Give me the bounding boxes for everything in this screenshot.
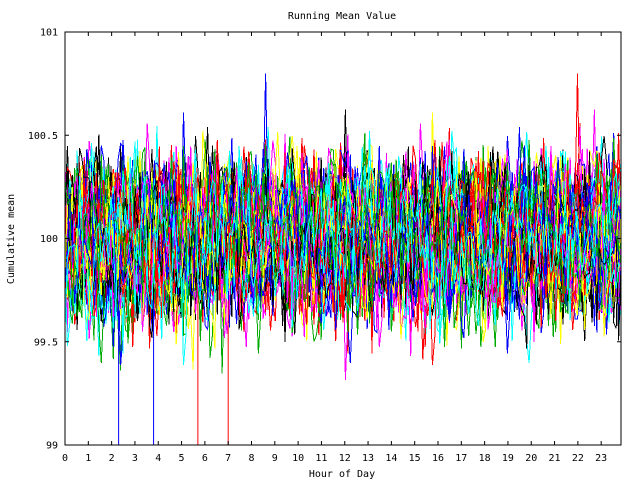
x-tick-label: 2	[109, 453, 115, 464]
y-tick-label: 99.5	[34, 337, 58, 348]
x-tick-label: 11	[315, 453, 327, 464]
x-tick-label: 18	[479, 453, 491, 464]
y-tick-label: 99	[46, 441, 58, 452]
x-tick-label: 16	[432, 453, 444, 464]
plot-area	[65, 73, 621, 445]
x-tick-label: 7	[225, 453, 231, 464]
x-tick-label: 3	[132, 453, 138, 464]
x-tick-label: 6	[202, 453, 208, 464]
x-tick-label: 4	[155, 453, 161, 464]
y-tick-label: 100	[40, 234, 58, 245]
x-tick-label: 21	[549, 453, 561, 464]
x-tick-label: 13	[362, 453, 374, 464]
x-tick-label: 1	[85, 453, 91, 464]
y-axis-label: Cumulative mean	[6, 194, 17, 284]
x-tick-label: 9	[272, 453, 278, 464]
x-tick-label: 20	[525, 453, 537, 464]
x-tick-label: 0	[62, 453, 68, 464]
x-tick-label: 8	[248, 453, 254, 464]
x-tick-label: 22	[572, 453, 584, 464]
chart: Running Mean Value Cumulative mean Hour …	[6, 11, 622, 480]
x-tick-label: 15	[409, 453, 421, 464]
x-tick-label: 19	[502, 453, 514, 464]
x-tick-label: 5	[179, 453, 185, 464]
x-tick-label: 14	[385, 453, 397, 464]
x-tick-label: 10	[292, 453, 304, 464]
x-tick-label: 17	[455, 453, 467, 464]
x-tick-label: 12	[339, 453, 351, 464]
y-tick-label: 100.5	[28, 131, 58, 142]
x-axis-label: Hour of Day	[309, 469, 375, 480]
y-tick-label: 101	[40, 28, 58, 39]
chart-title: Running Mean Value	[288, 11, 396, 22]
x-tick-label: 23	[595, 453, 607, 464]
